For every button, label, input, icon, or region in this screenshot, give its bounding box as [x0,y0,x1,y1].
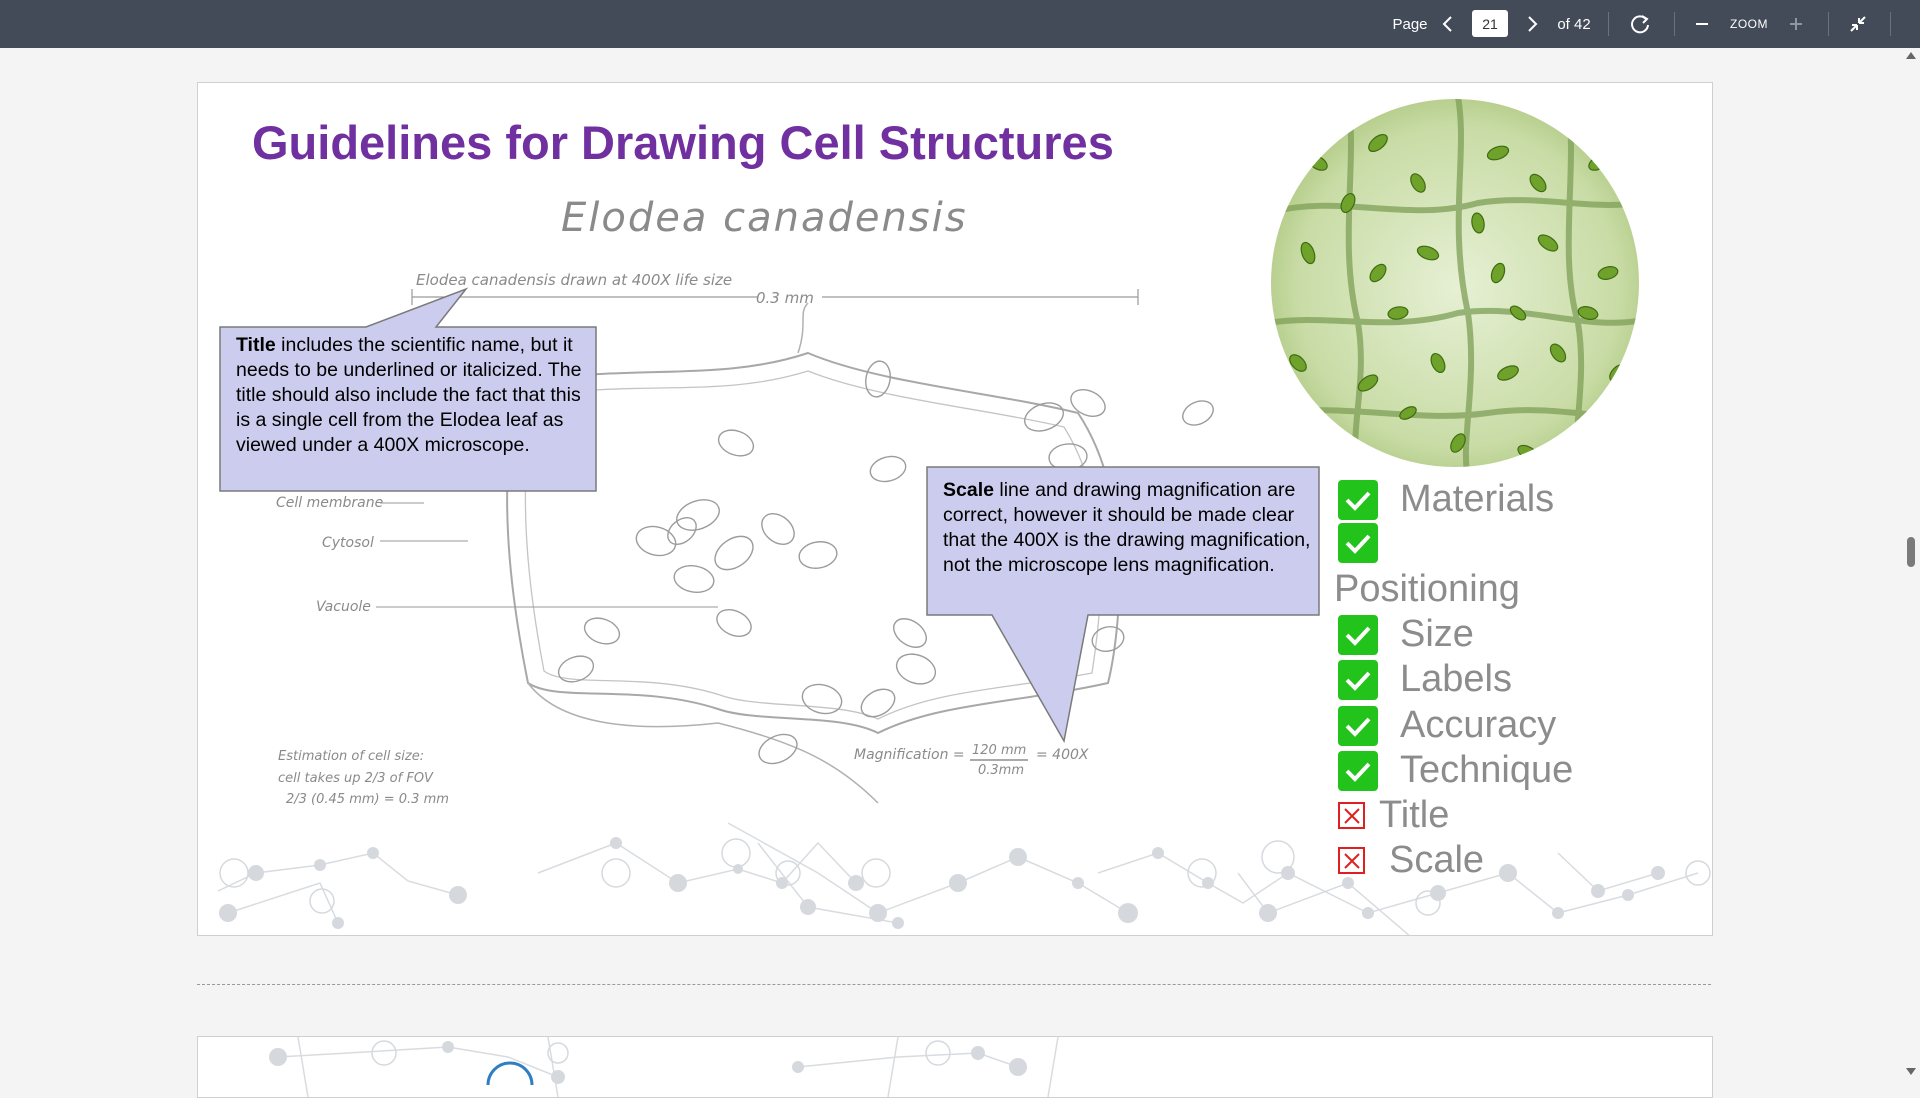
toolbar-divider [1608,12,1609,36]
slide-page: Guidelines for Drawing Cell Structures E… [197,82,1713,936]
checklist-item-positioning: Positioning [1334,568,1520,610]
x-mark-icon [1338,802,1365,829]
x-mark-icon [1338,847,1365,874]
zoom-out-button[interactable] [1684,0,1720,48]
page-number-input[interactable] [1472,10,1508,37]
toolbar-divider [1674,12,1675,36]
minus-icon [1696,23,1708,25]
next-slide-page [197,1036,1713,1098]
zoom-in-button[interactable] [1778,0,1814,48]
checkmark-icon [1338,479,1378,520]
checkmark-icon [1338,659,1378,700]
title-callout-text: Title includes the scientific name, but … [236,334,582,456]
scale-callout-text: Scale line and drawing magnification are… [943,479,1311,576]
page-divider [197,984,1711,985]
checklist-item-labels: Labels [1338,658,1512,701]
next-page-button[interactable] [1514,0,1550,48]
rotate-icon [1631,15,1649,34]
page-label: Page [1392,15,1428,33]
checkmark-icon [1338,705,1378,746]
checklist-item-scale: Scale [1338,839,1484,882]
checkmark-icon [1338,614,1378,655]
chevron-left-icon [1442,16,1452,32]
scroll-up-arrow[interactable] [1906,52,1916,59]
previous-page-button[interactable] [1430,0,1466,48]
chevron-right-icon [1528,16,1538,32]
checkmark-icon [1338,523,1378,563]
checklist-item-positioning-box [1338,523,1378,563]
checklist-item-materials: Materials [1338,478,1554,521]
toolbar-divider [1890,12,1891,36]
checklist-item-size: Size [1338,613,1474,656]
collapse-icon [1850,16,1866,32]
toolbar-divider [1828,12,1829,36]
checklist-item-title: Title [1338,794,1449,837]
total-pages-label: of 42 [1557,15,1591,33]
checklist-item-technique: Technique [1338,749,1573,792]
plus-icon [1790,18,1802,30]
checklist-item-accuracy: Accuracy [1338,704,1556,747]
zoom-label: ZOOM [1730,17,1768,31]
exit-fullscreen-button[interactable] [1840,0,1876,48]
rotate-button[interactable] [1622,0,1658,48]
network-pattern-background [269,1037,1059,1097]
scrollbar-thumb[interactable] [1907,537,1915,567]
scroll-down-arrow[interactable] [1906,1068,1916,1075]
viewer-toolbar: Page of 42 ZOOM [0,0,1920,48]
checkmark-icon [1338,750,1378,791]
